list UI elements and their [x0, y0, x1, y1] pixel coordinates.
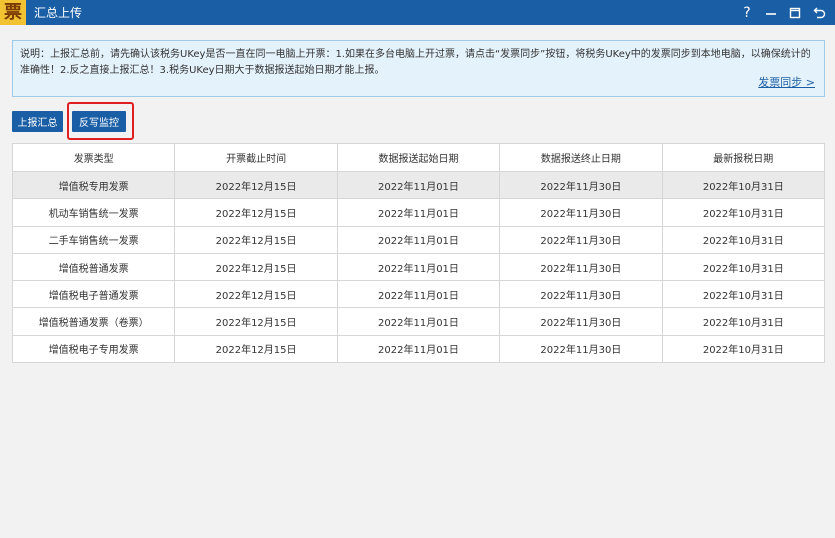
invoice-sync-link[interactable]: 发票同步 >: [758, 74, 815, 90]
cell-report-end: 2022年11月30日: [499, 252, 663, 282]
cell-invoice-type: 增值税普通发票: [11, 252, 176, 282]
app-logo: 票: [0, 0, 26, 25]
cell-issue-deadline: 2022年12月15日: [174, 225, 338, 254]
minimize-button[interactable]: [759, 0, 783, 25]
cell-report-start: 2022年11月01日: [336, 280, 501, 309]
window-title: 汇总上传: [34, 6, 83, 20]
cell-latest-tax-date: 2022年10月31日: [661, 170, 826, 200]
cell-report-start: 2022年11月01日: [336, 198, 501, 227]
cell-report-start: 2022年11月01日: [336, 307, 501, 336]
cell-invoice-type: 二手车销售统一发票: [11, 225, 176, 254]
column-header-invoice-type: 发票类型: [11, 143, 176, 172]
cell-latest-tax-date: 2022年10月31日: [661, 307, 826, 336]
table-row[interactable]: 增值税电子专用发票 2022年12月15日 2022年11月01日 2022年1…: [11, 334, 826, 364]
maximize-icon: [789, 7, 801, 19]
cell-invoice-type: 增值税电子普通发票: [11, 280, 176, 309]
column-header-latest-tax-date: 最新报税日期: [661, 143, 826, 172]
cell-report-start: 2022年11月01日: [336, 225, 501, 254]
notice-panel: 说明：上报汇总前，请先确认该税务UKey是否一直在同一电脑上开票：1.如果在多台…: [12, 40, 825, 97]
column-header-report-end: 数据报送终止日期: [499, 143, 663, 172]
invoice-logo-icon: 票: [4, 1, 22, 23]
writeback-monitor-button[interactable]: 反写监控: [72, 111, 126, 132]
minimize-icon: [765, 7, 777, 19]
table-row[interactable]: 增值税专用发票 2022年12月15日 2022年11月01日 2022年11月…: [11, 170, 826, 200]
cell-report-start: 2022年11月01日: [336, 334, 501, 364]
report-summary-button[interactable]: 上报汇总: [12, 111, 63, 132]
table-row[interactable]: 增值税电子普通发票 2022年12月15日 2022年11月01日 2022年1…: [11, 280, 826, 309]
cell-report-start: 2022年11月01日: [336, 170, 501, 200]
table-row[interactable]: 增值税普通发票 2022年12月15日 2022年11月01日 2022年11月…: [11, 252, 826, 282]
column-header-issue-deadline: 开票截止时间: [174, 143, 338, 172]
cell-report-end: 2022年11月30日: [499, 198, 663, 227]
return-arrow-icon: [813, 6, 826, 19]
help-button[interactable]: ?: [735, 0, 759, 25]
cell-invoice-type: 增值税普通发票（卷票）: [11, 307, 176, 336]
cell-report-end: 2022年11月30日: [499, 334, 663, 364]
help-icon: ?: [743, 4, 751, 21]
table-header-row: 发票类型 开票截止时间 数据报送起始日期 数据报送终止日期 最新报税日期: [11, 143, 826, 172]
cell-report-end: 2022年11月30日: [499, 225, 663, 254]
cell-latest-tax-date: 2022年10月31日: [661, 252, 826, 282]
cell-report-end: 2022年11月30日: [499, 280, 663, 309]
invoice-summary-table: 发票类型 开票截止时间 数据报送起始日期 数据报送终止日期 最新报税日期 增值税…: [11, 143, 826, 364]
cell-report-end: 2022年11月30日: [499, 170, 663, 200]
table-row[interactable]: 二手车销售统一发票 2022年12月15日 2022年11月01日 2022年1…: [11, 225, 826, 254]
maximize-button[interactable]: [783, 0, 807, 25]
table-row[interactable]: 机动车销售统一发票 2022年12月15日 2022年11月01日 2022年1…: [11, 198, 826, 227]
notice-text: 说明：上报汇总前，请先确认该税务UKey是否一直在同一电脑上开票：1.如果在多台…: [20, 49, 811, 76]
cell-issue-deadline: 2022年12月15日: [174, 198, 338, 227]
cell-latest-tax-date: 2022年10月31日: [661, 225, 826, 254]
cell-invoice-type: 机动车销售统一发票: [11, 198, 176, 227]
cell-latest-tax-date: 2022年10月31日: [661, 334, 826, 364]
back-button[interactable]: [807, 0, 831, 25]
cell-invoice-type: 增值税电子专用发票: [11, 334, 176, 364]
cell-report-end: 2022年11月30日: [499, 307, 663, 336]
cell-latest-tax-date: 2022年10月31日: [661, 280, 826, 309]
cell-issue-deadline: 2022年12月15日: [174, 280, 338, 309]
column-header-report-start: 数据报送起始日期: [336, 143, 501, 172]
cell-issue-deadline: 2022年12月15日: [174, 307, 338, 336]
cell-issue-deadline: 2022年12月15日: [174, 170, 338, 200]
title-bar: 票 汇总上传 ?: [0, 0, 835, 25]
window-controls: ?: [735, 0, 831, 25]
cell-report-start: 2022年11月01日: [336, 252, 501, 282]
cell-issue-deadline: 2022年12月15日: [174, 334, 338, 364]
cell-invoice-type: 增值税专用发票: [11, 170, 176, 200]
cell-latest-tax-date: 2022年10月31日: [661, 198, 826, 227]
cell-issue-deadline: 2022年12月15日: [174, 252, 338, 282]
table-row[interactable]: 增值税普通发票（卷票） 2022年12月15日 2022年11月01日 2022…: [11, 307, 826, 336]
